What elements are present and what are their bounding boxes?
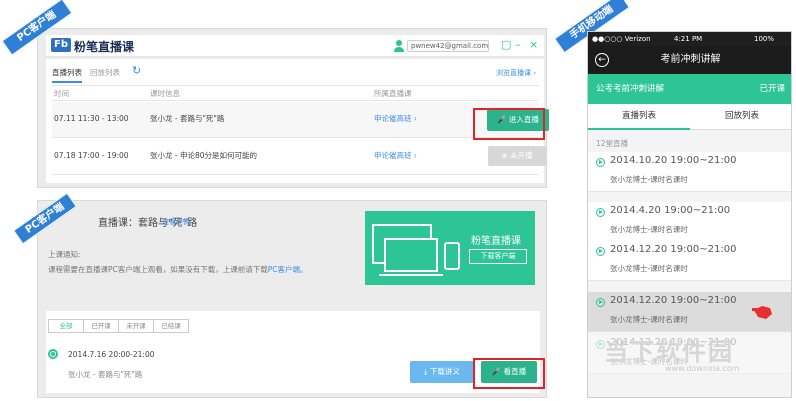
list-item-selected[interactable]: 2014.12.20 19:00~21:00 张小龙博士-课时名课时 bbox=[588, 292, 791, 332]
app-logo-icon: Fb bbox=[51, 38, 71, 52]
lesson-name: 张小龙博士-课时名课时 bbox=[610, 175, 688, 184]
view-details-link[interactable]: 查看详情 bbox=[162, 217, 190, 227]
column-info: 课时信息 bbox=[150, 89, 180, 98]
highlight-box-enter-live bbox=[473, 108, 545, 140]
highlight-box-watch-live bbox=[473, 358, 545, 389]
user-avatar-icon[interactable] bbox=[393, 39, 405, 52]
status-filter-tabs: 全部 已开课 未开课 已结课 bbox=[48, 319, 189, 333]
notice-label: 上课通知: bbox=[48, 250, 81, 259]
table-header: 时间 课时信息 所属直播课 bbox=[52, 85, 538, 101]
carrier: ●●○○○ Verizon bbox=[592, 35, 651, 43]
row-info: 张小龙 - 申论80分是如何可能的 bbox=[150, 151, 258, 160]
not-started-label: 未开播 bbox=[510, 151, 533, 160]
tab-replay-list[interactable]: 回放列表 bbox=[691, 104, 791, 130]
list-item[interactable]: 2014.10.20 19:00~21:00 张小龙博士-课时名课时 bbox=[588, 152, 791, 192]
nav-title: 考前冲刺讲解 bbox=[660, 54, 721, 65]
nav-bar: 考前冲刺讲解 ← bbox=[588, 46, 791, 74]
row-course-link[interactable]: 申论催高班 › bbox=[374, 139, 417, 173]
column-course: 所属直播课 bbox=[374, 89, 412, 98]
browse-live-courses-link[interactable]: 浏览直播课 › bbox=[496, 68, 536, 78]
lesson-date: 2014.12.20 19:00~21:00 bbox=[610, 244, 737, 255]
back-arrow-icon[interactable]: ← bbox=[595, 53, 609, 67]
course-name: 公考考前冲刺讲解 bbox=[596, 84, 665, 94]
play-icon bbox=[596, 208, 605, 217]
banner-title: 粉笔直播课 bbox=[471, 236, 521, 247]
lesson-name: 张小龙博士-课时名课时 bbox=[610, 315, 688, 324]
watermark-url: www.downxia.com bbox=[665, 364, 740, 373]
download-notes-button[interactable]: ⤓ 下载讲义 bbox=[410, 361, 474, 383]
tab-live-list[interactable]: 直播列表 bbox=[588, 104, 690, 130]
live-list-panel: 直播列表 回放列表 ↻ 浏览直播课 › 时间 课时信息 所属直播课 07.11 … bbox=[46, 59, 549, 183]
column-time: 时间 bbox=[54, 89, 69, 98]
lesson-date: 2014.7.16 20:00-21:00 bbox=[68, 350, 155, 359]
filter-ended[interactable]: 已结课 bbox=[153, 319, 189, 333]
pc-client-link[interactable]: PC客户端。 bbox=[268, 265, 308, 274]
play-icon bbox=[596, 298, 605, 307]
battery: 100% bbox=[754, 35, 775, 43]
refresh-icon[interactable]: ↻ bbox=[132, 64, 141, 77]
lesson-name: 张小龙博士-课时名课时 bbox=[610, 225, 688, 234]
not-started-button: ⊕ 未开播 bbox=[488, 146, 546, 166]
window-minimize-button[interactable]: – bbox=[515, 38, 521, 52]
notice-text-body: 课程需要在直播课PC客户端上观看，如果没有下载，上课前请下载 bbox=[48, 265, 268, 274]
filter-all[interactable]: 全部 bbox=[48, 319, 84, 333]
download-client-button[interactable]: 下载客户端 bbox=[469, 249, 527, 264]
course-header: 公考考前冲刺讲解 已开课 bbox=[588, 74, 791, 104]
tap-hand-icon bbox=[752, 306, 772, 319]
tab-live-list[interactable]: 直播列表 bbox=[52, 67, 82, 83]
live-status-icon bbox=[48, 349, 58, 359]
filter-started[interactable]: 已开课 bbox=[83, 319, 119, 333]
devices-icon bbox=[372, 224, 460, 276]
course-lessons-panel: 全部 已开课 未开课 已结课 2014.7.16 20:00-21:00 张小龙… bbox=[46, 311, 540, 393]
pc-client-course-page: 直播课：套路与"死"路 查看详情 上课通知: 课程需要在直播课PC客户端上观看，… bbox=[37, 200, 547, 398]
row-info: 张小龙 - 套路与"死"路 bbox=[150, 114, 225, 123]
mobile-tabs: 直播列表 回放列表 bbox=[588, 104, 791, 130]
course-status: 已开课 bbox=[759, 84, 785, 94]
watermark-title: 当下软件园 bbox=[604, 338, 734, 366]
download-client-banner: 粉笔直播课 下载客户端 bbox=[365, 211, 535, 285]
notice-text: 课程需要在直播课PC客户端上观看，如果没有下载，上课前请下载PC客户端。 bbox=[48, 264, 308, 275]
tab-replay-list[interactable]: 回放列表 bbox=[90, 67, 120, 78]
account-email-dropdown[interactable]: pwnew42@gmail.com bbox=[407, 40, 489, 52]
row-time: 07.11 11:30 - 13:00 bbox=[54, 114, 129, 123]
filter-not-started[interactable]: 未开课 bbox=[118, 319, 154, 333]
section-header: 12堂直播 bbox=[596, 139, 629, 148]
window-close-button[interactable]: × bbox=[529, 38, 538, 52]
lesson-date: 2014.4.20 19:00~21:00 bbox=[610, 205, 731, 216]
lesson-date: 2014.10.20 19:00~21:00 bbox=[610, 155, 737, 166]
clock: 4:21 PM bbox=[674, 35, 703, 43]
lesson-date: 2014.12.20 19:00~21:00 bbox=[610, 295, 737, 306]
app-name: 粉笔直播课 bbox=[74, 40, 135, 54]
download-notes-label: 下载讲义 bbox=[429, 367, 460, 376]
pc-client-live-list-window: Fb 粉笔直播课 pwnew42@gmail.com ▢ – × 直播列表 回放… bbox=[37, 28, 549, 188]
table-row: 07.18 17:00 - 19:00 张小龙 - 申论80分是如何可能的 申论… bbox=[52, 139, 546, 175]
list-item[interactable]: 2014.12.20 19:00~21:00 张小龙博士-课时名课时 bbox=[588, 241, 791, 281]
play-icon bbox=[596, 158, 605, 167]
lesson-name: 张小龙博士-课时名课时 bbox=[610, 264, 688, 273]
play-icon bbox=[596, 247, 605, 256]
table-row: 07.11 11:30 - 13:00 张小龙 - 套路与"死"路 申论催高班 … bbox=[52, 102, 549, 138]
status-bar: ●●○○○ Verizon 4:21 PM 100% bbox=[588, 32, 791, 46]
window-titlebar: Fb 粉笔直播课 pwnew42@gmail.com ▢ – × bbox=[46, 35, 544, 57]
row-time: 07.18 17:00 - 19:00 bbox=[54, 151, 129, 160]
lesson-name: 张小龙 - 套路与"死"路 bbox=[68, 370, 143, 379]
list-item[interactable]: 2014.4.20 19:00~21:00 张小龙博士-课时名课时 bbox=[588, 202, 791, 242]
row-course-link[interactable]: 申论催高班 › bbox=[374, 102, 417, 136]
window-restore-button[interactable]: ▢ bbox=[501, 38, 511, 52]
